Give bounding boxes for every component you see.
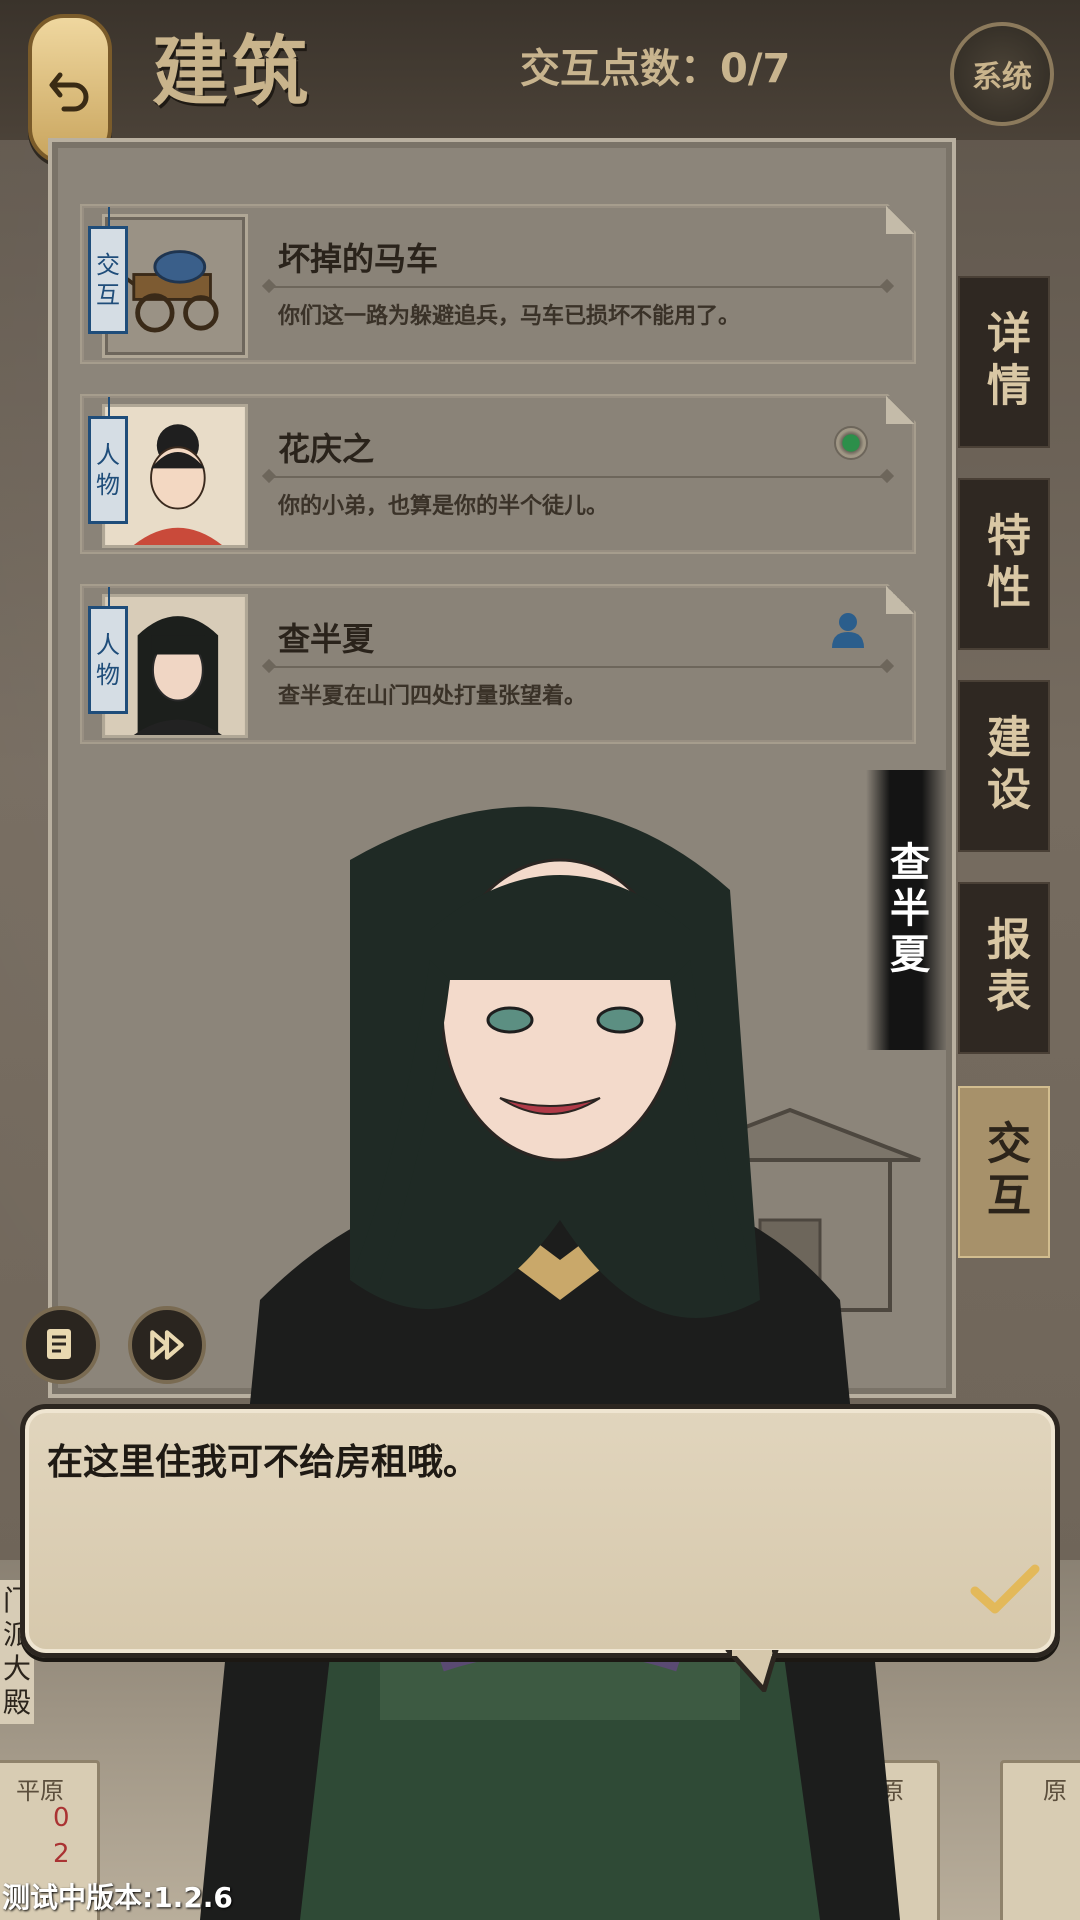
character-name-banner: 查半夏 xyxy=(866,770,946,1050)
card-divider xyxy=(268,666,888,668)
tag-char: 人 xyxy=(96,631,120,659)
tag-char: 交 xyxy=(96,251,120,279)
interaction-card[interactable]: 人 物 花庆之 你的小弟，也算是你的半个徒儿。 xyxy=(80,394,916,554)
page-title: 建筑 xyxy=(152,27,312,116)
confirm-check-icon[interactable] xyxy=(969,1561,1041,1617)
card-divider xyxy=(268,476,888,478)
card-title: 查半夏 xyxy=(278,620,375,658)
back-arrow-icon xyxy=(49,72,89,112)
tag-char: 人 xyxy=(96,441,120,469)
tab-traits[interactable]: 特性 xyxy=(958,478,1050,650)
map-tile-far-right[interactable]: 原 xyxy=(1000,1760,1080,1920)
interaction-points-counter: 交互点数：0/7 xyxy=(520,46,791,92)
log-document-icon xyxy=(47,1329,71,1359)
tag-char: 物 xyxy=(96,471,120,499)
system-button[interactable]: 系统 xyxy=(950,22,1054,126)
character-name: 查半夏 xyxy=(883,841,929,979)
character-illustration xyxy=(200,806,900,1920)
map-tile-value: 0 xyxy=(53,1803,70,1833)
dialog-box[interactable]: 在这里住我可不给房租哦。 xyxy=(20,1404,1060,1658)
tag-char: 物 xyxy=(96,661,120,689)
system-button-label: 系统 xyxy=(972,60,1032,95)
map-tile-name: 平原 xyxy=(16,1777,64,1805)
tab-construction[interactable]: 建设 xyxy=(958,680,1050,852)
card-fold xyxy=(886,206,914,234)
map-tile-value: 2 xyxy=(53,1839,70,1869)
interaction-card[interactable]: 人 物 查半夏 查半夏在山门四处打量张望着。 xyxy=(80,584,916,744)
tab-report[interactable]: 报表 xyxy=(958,882,1050,1054)
dialog-tail xyxy=(725,1650,779,1692)
card-title: 花庆之 xyxy=(278,430,375,468)
card-fold xyxy=(886,396,914,424)
card-fold xyxy=(886,586,914,614)
card-description: 你们这一路为躲避追兵，马车已损坏不能用了。 xyxy=(278,304,741,329)
fast-forward-button[interactable] xyxy=(128,1306,206,1384)
tab-interaction[interactable]: 交互 xyxy=(958,1086,1050,1258)
card-description: 你的小弟，也算是你的半个徒儿。 xyxy=(278,494,609,519)
card-type-tag: 交 互 xyxy=(88,207,128,334)
interaction-card[interactable]: 交 互 坏掉的马车 你们这一路为躲避追兵，马车已损坏不能用了。 xyxy=(80,204,916,364)
card-divider xyxy=(268,286,888,288)
card-type-tag: 人 物 xyxy=(88,397,128,524)
dialog-log-button[interactable] xyxy=(22,1306,100,1384)
version-label: 测试中版本:1.2.6 xyxy=(2,1881,233,1914)
fast-forward-icon xyxy=(150,1330,184,1360)
green-dot-icon xyxy=(834,426,868,460)
tab-details[interactable]: 详情 xyxy=(958,276,1050,448)
card-type-tag: 人 物 xyxy=(88,587,128,714)
dialog-text: 在这里住我可不给房租哦。 xyxy=(47,1442,480,1483)
map-tile-name: 原 xyxy=(1043,1777,1067,1805)
card-description: 查半夏在山门四处打量张望着。 xyxy=(278,684,587,709)
card-title: 坏掉的马车 xyxy=(278,240,439,278)
person-icon xyxy=(832,613,864,648)
tag-char: 互 xyxy=(96,281,120,309)
